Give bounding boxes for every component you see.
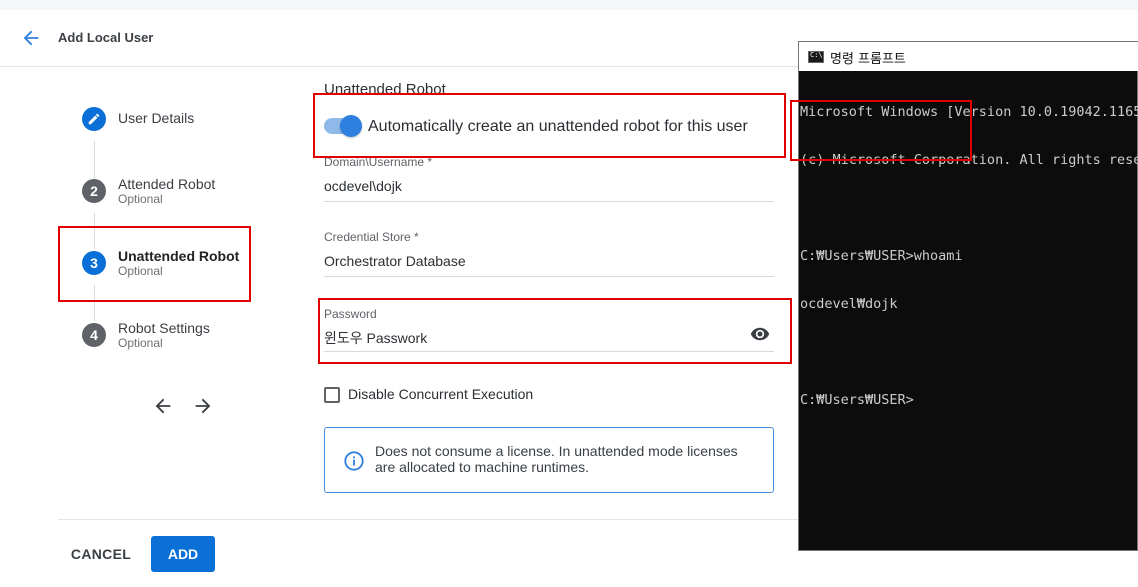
- checkbox-label: Disable Concurrent Execution: [348, 386, 534, 402]
- domain-username-field[interactable]: Domain\Username * ocdevel\dojk: [324, 155, 774, 202]
- dialog-title: Add Local User: [58, 30, 154, 45]
- cmd-titlebar[interactable]: C:\ 명령 프롬프트: [799, 42, 1138, 71]
- domain-username-input[interactable]: ocdevel\dojk: [324, 178, 774, 202]
- step-number: 4: [82, 323, 106, 347]
- disable-concurrent-execution-checkbox[interactable]: [324, 387, 340, 403]
- back-arrow-icon[interactable]: [20, 27, 42, 49]
- console-line: C:₩Users₩USER>: [800, 392, 914, 408]
- step-number: 2: [82, 179, 106, 203]
- step-sublabel: Optional: [118, 192, 163, 206]
- highlight-box-password: [318, 298, 792, 364]
- step-sublabel: Optional: [118, 336, 163, 350]
- add-button[interactable]: ADD: [151, 536, 215, 572]
- console-line: ocdevel₩dojk: [800, 296, 898, 312]
- step-label: User Details: [118, 110, 195, 126]
- highlight-box-toggle: [313, 93, 786, 158]
- license-info-box: Does not consume a license. In unattende…: [324, 427, 774, 493]
- pencil-icon: [88, 113, 100, 125]
- step-connector: [94, 141, 95, 181]
- credential-store-select[interactable]: Orchestrator Database: [324, 253, 774, 277]
- step-complete-badge: [82, 107, 106, 131]
- highlight-box-whoami: [790, 100, 972, 161]
- info-text: Does not consume a license. In unattende…: [375, 443, 738, 475]
- arrow-left-icon[interactable]: [152, 395, 174, 417]
- cmd-title: 명령 프롬프트: [830, 52, 906, 67]
- step-label: Attended Robot: [118, 176, 216, 192]
- footer-divider: [58, 519, 798, 520]
- console-line: C:₩Users₩USER>whoami: [800, 248, 963, 264]
- arrow-right-icon[interactable]: [192, 395, 214, 417]
- field-label: Credential Store *: [324, 230, 419, 244]
- highlight-box-step: [58, 226, 251, 302]
- step-label: Robot Settings: [118, 320, 210, 336]
- cancel-button[interactable]: CANCEL: [66, 537, 136, 571]
- cmd-app-icon: C:\: [808, 51, 824, 63]
- credential-store-field[interactable]: Credential Store * Orchestrator Database: [324, 230, 774, 277]
- info-icon: [344, 451, 364, 471]
